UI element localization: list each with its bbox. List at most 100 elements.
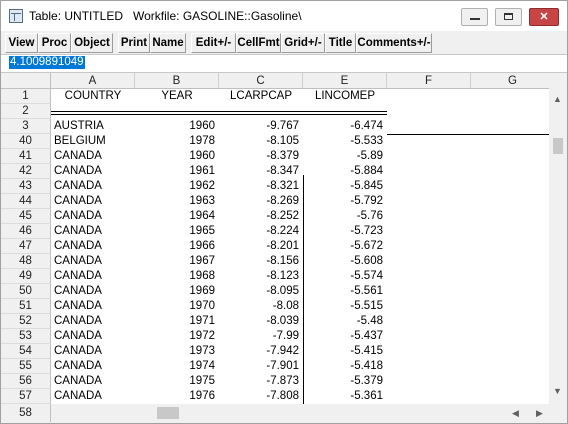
cell-lincomep[interactable]: -5.361 [303, 389, 387, 404]
cell-lincomep[interactable]: -5.608 [303, 254, 387, 269]
cell-country[interactable]: BELGIUM [51, 134, 135, 149]
cell-lincomep[interactable]: -5.574 [303, 269, 387, 284]
cell-year[interactable]: 1960 [135, 149, 219, 164]
cell-lincomep[interactable]: -5.533 [303, 134, 387, 149]
cell-lincomep[interactable]: -5.415 [303, 344, 387, 359]
cell-year[interactable]: 1975 [135, 374, 219, 389]
row-header[interactable]: 56 [1, 374, 51, 389]
cell-lincomep[interactable]: -5.418 [303, 359, 387, 374]
cell-country[interactable]: CANADA [51, 374, 135, 389]
cell-lcarpcap[interactable]: -8.201 [219, 239, 303, 254]
object-button[interactable]: Object [71, 33, 113, 53]
row-header[interactable]: 53 [1, 329, 51, 344]
cellfmt-button[interactable]: CellFmt [236, 33, 281, 53]
cell-lcarpcap[interactable]: -8.156 [219, 254, 303, 269]
cell-year[interactable]: 1974 [135, 359, 219, 374]
row-header[interactable]: 50 [1, 284, 51, 299]
cell-country[interactable]: CANADA [51, 254, 135, 269]
row-header[interactable]: 55 [1, 359, 51, 374]
cell-year[interactable]: 1963 [135, 194, 219, 209]
cell-lincomep[interactable]: -5.515 [303, 299, 387, 314]
cell-country[interactable]: CANADA [51, 194, 135, 209]
resize-grip[interactable] [549, 404, 567, 422]
cell-lcarpcap[interactable]: -7.808 [219, 389, 303, 404]
table-grid[interactable]: A B C E F G 1 COUNTRY YEAR LCARPCAP LINC… [1, 73, 549, 404]
header-cell-lincomep[interactable]: LINCOMEP [303, 89, 387, 104]
column-header-g[interactable]: G [471, 73, 549, 89]
cell-country[interactable]: CANADA [51, 314, 135, 329]
scroll-up-arrow[interactable]: ▲ [549, 91, 566, 108]
row-header[interactable]: 48 [1, 254, 51, 269]
vertical-scroll-thumb[interactable] [553, 138, 563, 154]
scroll-left-arrow[interactable]: ◀ [507, 404, 524, 422]
cell-year[interactable]: 1967 [135, 254, 219, 269]
row-header[interactable]: 41 [1, 149, 51, 164]
cell-year[interactable]: 1969 [135, 284, 219, 299]
row-header[interactable]: 58 [1, 404, 51, 422]
row-header[interactable]: 49 [1, 269, 51, 284]
cell-country[interactable]: CANADA [51, 239, 135, 254]
header-cell-lcarpcap[interactable]: LCARPCAP [219, 89, 303, 104]
cell-lcarpcap[interactable]: -8.269 [219, 194, 303, 209]
scroll-down-arrow[interactable]: ▼ [549, 383, 566, 400]
cell-country[interactable]: CANADA [51, 209, 135, 224]
row-header[interactable]: 43 [1, 179, 51, 194]
row-header[interactable]: 51 [1, 299, 51, 314]
cell-lcarpcap[interactable]: -7.873 [219, 374, 303, 389]
cell-lcarpcap[interactable]: -8.252 [219, 209, 303, 224]
cell-lincomep[interactable]: -5.723 [303, 224, 387, 239]
cell-country[interactable]: CANADA [51, 284, 135, 299]
cell-lcarpcap[interactable]: -7.901 [219, 359, 303, 374]
minimize-button[interactable] [461, 8, 488, 26]
grid-toggle-button[interactable]: Grid+/- [281, 33, 325, 53]
print-button[interactable]: Print [118, 33, 150, 53]
cell-lcarpcap[interactable]: -8.08 [219, 299, 303, 314]
row-header[interactable]: 52 [1, 314, 51, 329]
cell-country[interactable]: CANADA [51, 149, 135, 164]
cell-year[interactable]: 1961 [135, 164, 219, 179]
row-header[interactable]: 57 [1, 389, 51, 404]
cell-lcarpcap[interactable]: -8.347 [219, 164, 303, 179]
cell-lincomep[interactable]: -5.561 [303, 284, 387, 299]
cell-year[interactable]: 1970 [135, 299, 219, 314]
scroll-right-arrow[interactable]: ▶ [531, 404, 548, 422]
row-header[interactable]: 45 [1, 209, 51, 224]
cell-lcarpcap[interactable]: -8.039 [219, 314, 303, 329]
cell-country[interactable]: AUSTRIA [51, 119, 135, 134]
cell-lincomep[interactable]: -5.48 [303, 314, 387, 329]
cell-country[interactable]: CANADA [51, 344, 135, 359]
cell-country[interactable]: CANADA [51, 269, 135, 284]
column-header-c[interactable]: C [219, 73, 303, 89]
name-button[interactable]: Name [150, 33, 186, 53]
view-button[interactable]: View [5, 33, 38, 53]
cell-year[interactable]: 1966 [135, 239, 219, 254]
column-header-a[interactable]: A [51, 73, 135, 89]
cell-lincomep[interactable]: -6.474 [303, 119, 387, 134]
proc-button[interactable]: Proc [38, 33, 71, 53]
header-cell-year[interactable]: YEAR [135, 89, 219, 104]
row-header[interactable]: 1 [1, 89, 51, 104]
row-header[interactable]: 2 [1, 104, 51, 119]
cell-year[interactable]: 1978 [135, 134, 219, 149]
cell-country[interactable]: CANADA [51, 299, 135, 314]
row-header[interactable]: 3 [1, 119, 51, 134]
cell-lcarpcap[interactable]: -8.379 [219, 149, 303, 164]
cell-lincomep[interactable]: -5.89 [303, 149, 387, 164]
cell-lcarpcap[interactable]: -8.321 [219, 179, 303, 194]
cell-lincomep[interactable]: -5.884 [303, 164, 387, 179]
cell-lcarpcap[interactable]: -8.224 [219, 224, 303, 239]
cell-country[interactable]: CANADA [51, 359, 135, 374]
cell-year[interactable]: 1972 [135, 329, 219, 344]
column-header-f[interactable]: F [387, 73, 471, 89]
grid-corner[interactable] [1, 73, 51, 89]
cell-year[interactable]: 1976 [135, 389, 219, 404]
cell-lincomep[interactable]: -5.845 [303, 179, 387, 194]
cell-edit-field[interactable]: 4.1009891049 [1, 54, 567, 73]
cell-lincomep[interactable]: -5.437 [303, 329, 387, 344]
cell-country[interactable]: CANADA [51, 329, 135, 344]
cell-lcarpcap[interactable]: -7.99 [219, 329, 303, 344]
row-header[interactable]: 47 [1, 239, 51, 254]
vertical-scrollbar[interactable]: ▲ ▼ [549, 73, 566, 404]
cell-country[interactable]: CANADA [51, 179, 135, 194]
row-header[interactable]: 40 [1, 134, 51, 149]
